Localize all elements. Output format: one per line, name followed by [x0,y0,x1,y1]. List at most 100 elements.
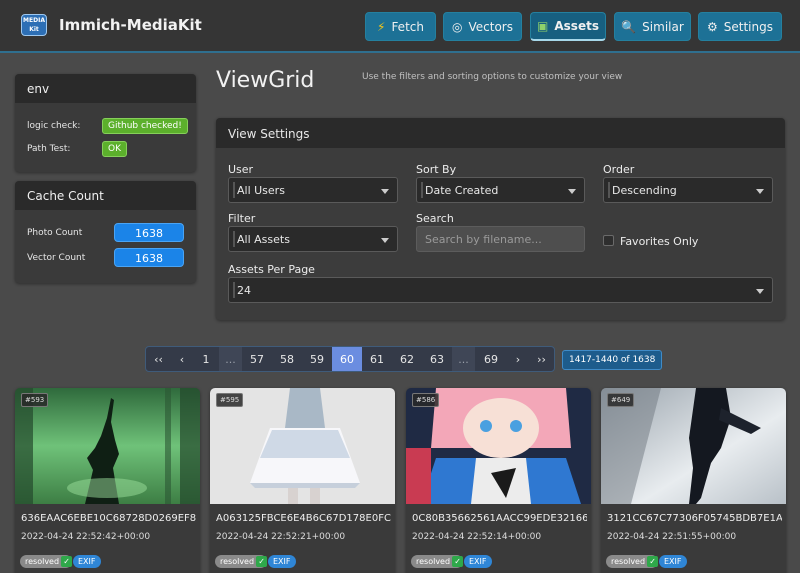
cache-count-card: Cache Count Photo Count 1638 Vector Coun… [15,181,196,283]
assets-per-page-label: Assets Per Page [228,263,315,276]
page-prev-button[interactable]: ‹ [171,347,193,371]
asset-filename: 0C80B35662561AACC99EDE321667... [412,513,587,524]
photo-count-label: Photo Count [27,228,83,238]
resolved-label: resolved [25,557,60,566]
assets-per-page-value: 24 [237,284,251,297]
lightning-icon: ⚡ [377,19,386,34]
user-label: User [228,163,254,176]
view-settings-title: View Settings [216,118,785,148]
asset-id-badge: #593 [21,393,49,407]
path-test-badge: OK [102,141,127,157]
resolved-label: resolved [220,557,255,566]
app-logo: MEDIA Kit [21,14,47,36]
asset-id-badge: #649 [607,393,635,407]
nav-fetch-button[interactable]: ⚡ Fetch [365,12,436,41]
asset-date: 2022-04-24 22:52:14+00:00 [412,532,542,542]
logo-text-top: MEDIA [23,17,45,24]
asset-thumbnail[interactable]: #593 [15,388,200,504]
asset-card[interactable]: #593 636EAAC6EBE10C68728D0269EF81... 202… [15,388,200,573]
path-test-label: Path Test: [27,144,71,154]
chevron-down-icon [568,189,576,194]
asset-filename: 636EAAC6EBE10C68728D0269EF81... [21,513,196,524]
check-icon: ✓ [452,556,464,567]
asset-id-badge: #586 [412,393,440,407]
search-label: Search [416,212,454,225]
photo-count-value[interactable]: 1638 [114,223,184,242]
asset-card[interactable]: #649 3121CC67C77306F05745BDB7E1A0... 202… [601,388,786,573]
nav-vectors-label: Vectors [468,19,513,34]
image-icon: ▣ [537,19,549,33]
env-card-title: env [15,74,196,103]
logic-check-label: logic check: [27,121,81,131]
page-button-58[interactable]: 58 [272,347,302,371]
page-next-button[interactable]: › [507,347,529,371]
page-ellipsis: ... [219,347,242,371]
page-title: ViewGrid [216,68,315,93]
view-settings-panel: View Settings User All Users Sort By Dat… [216,118,785,320]
resolved-tag: resolved ✓ [606,555,659,568]
exif-tag[interactable]: EXIF [464,555,492,568]
favorites-only-checkbox[interactable] [603,235,614,246]
asset-filename: A063125FBCE6E4B6C67D178E0FCC... [216,513,391,524]
resolved-label: resolved [416,557,451,566]
nav-similar-button[interactable]: 🔍 Similar [614,12,691,41]
page-button-1[interactable]: 1 [193,347,219,371]
resolved-tag: resolved ✓ [215,555,268,568]
page-button-63[interactable]: 63 [422,347,452,371]
gear-icon: ⚙ [707,19,718,34]
chevron-down-icon [381,238,389,243]
exif-tag[interactable]: EXIF [268,555,296,568]
assets-per-page-select[interactable]: 24 [228,277,773,303]
asset-thumbnail[interactable]: #649 [601,388,786,504]
asset-id-badge: #595 [216,393,244,407]
exif-tag[interactable]: EXIF [73,555,101,568]
favorites-only-label: Favorites Only [620,235,699,248]
app-title: Immich-MediaKit [59,16,202,34]
vector-count-value[interactable]: 1638 [114,248,184,267]
page-button-60[interactable]: 60 [332,347,362,371]
page-range-badge: 1417-1440 of 1638 [562,350,663,370]
resolved-tag: resolved ✓ [411,555,464,568]
nav-settings-label: Settings [723,19,773,34]
nav-assets-button[interactable]: ▣ Assets [530,12,606,41]
filter-select-value: All Assets [237,233,290,246]
chevron-down-icon [756,289,764,294]
cache-count-title: Cache Count [15,181,196,210]
filter-label: Filter [228,212,256,225]
page-last-button[interactable]: ›› [529,347,554,371]
page-subtitle: Use the filters and sorting options to c… [362,72,623,82]
asset-thumbnail[interactable]: #586 [406,388,591,504]
page-first-button[interactable]: ‹‹ [146,347,171,371]
nav-vectors-button[interactable]: ◎ Vectors [443,12,522,41]
logo-text-bottom: Kit [29,26,39,33]
logic-check-badge: Github checked! [102,118,188,134]
sort-by-select[interactable]: Date Created [416,177,585,203]
page-button-57[interactable]: 57 [242,347,272,371]
user-select[interactable]: All Users [228,177,398,203]
page-button-62[interactable]: 62 [392,347,422,371]
page-button-59[interactable]: 59 [302,347,332,371]
vector-icon: ◎ [452,19,463,34]
order-select[interactable]: Descending [603,177,773,203]
search-input[interactable] [416,226,585,252]
nav-settings-button[interactable]: ⚙ Settings [698,12,782,41]
asset-thumbnail[interactable]: #595 [210,388,395,504]
nav-similar-label: Similar [642,19,684,34]
filter-select[interactable]: All Assets [228,226,398,252]
exif-tag[interactable]: EXIF [659,555,687,568]
chevron-down-icon [381,189,389,194]
resolved-tag: resolved ✓ [20,555,73,568]
sort-by-label: Sort By [416,163,457,176]
asset-date: 2022-04-24 22:52:42+00:00 [21,532,151,542]
search-icon: 🔍 [621,19,637,34]
vector-count-label: Vector Count [27,253,86,263]
asset-card[interactable]: #586 0C80B35662561AACC99EDE321667... 202… [406,388,591,573]
page-ellipsis: ... [452,347,475,371]
check-icon: ✓ [647,556,659,567]
resolved-label: resolved [611,557,646,566]
asset-card[interactable]: #595 A063125FBCE6E4B6C67D178E0FCC... 202… [210,388,395,573]
nav-fetch-label: Fetch [391,19,424,34]
asset-date: 2022-04-24 22:52:21+00:00 [216,532,346,542]
page-button-69[interactable]: 69 [475,347,507,371]
page-button-61[interactable]: 61 [362,347,392,371]
